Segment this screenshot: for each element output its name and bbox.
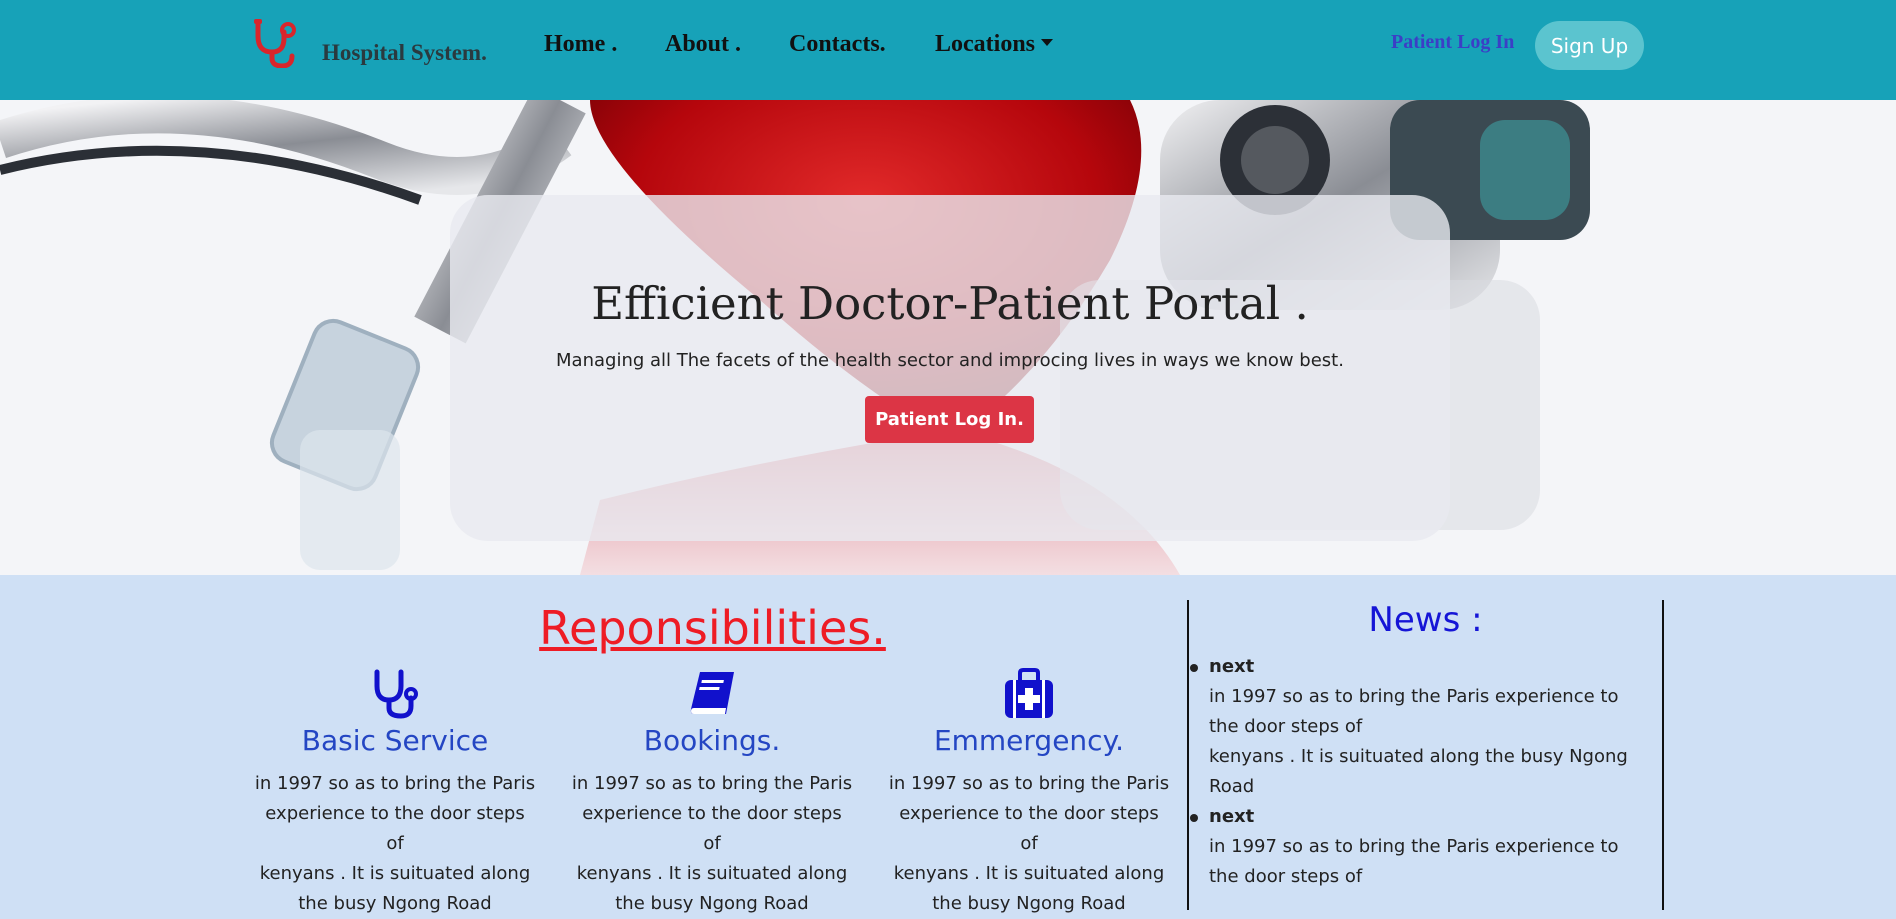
card-line: experience to the door steps — [265, 803, 525, 824]
news-item-line: the door steps of — [1209, 866, 1363, 887]
news-list: next in 1997 so as to bring the Paris ex… — [1190, 652, 1649, 892]
card-line: of — [386, 833, 404, 854]
card-line: in 1997 so as to bring the Paris — [254, 773, 536, 794]
card-title: Emmergency. — [933, 724, 1125, 757]
news-item-line: in 1997 so as to bring the Paris experie… — [1209, 686, 1619, 707]
hero-banner — [0, 100, 1896, 575]
responsibilities-heading: Reponsibilities. — [539, 601, 886, 655]
news-heading: News : — [1368, 600, 1483, 640]
card-line: the busy Ngong Road — [615, 893, 809, 914]
patient-login-link[interactable]: Patient Log In — [1391, 31, 1514, 54]
hero-patient-login-button[interactable]: Patient Log In. — [865, 396, 1034, 443]
nav-locations-label: Locations — [935, 31, 1036, 57]
card-line: the busy Ngong Road — [932, 893, 1126, 914]
card-text: in 1997 so as to bring the Paris experie… — [562, 769, 862, 919]
service-card-basic: Basic Service in 1997 so as to bring the… — [245, 668, 545, 919]
news-item: next in 1997 so as to bring the Paris ex… — [1190, 652, 1649, 802]
news-item-line: in 1997 so as to bring the Paris experie… — [1209, 836, 1619, 857]
signup-button[interactable]: Sign Up — [1535, 21, 1644, 70]
news-item-line: the door steps of — [1209, 716, 1363, 737]
card-line: kenyans . It is suituated along — [259, 863, 531, 884]
stethoscope-icon — [374, 669, 418, 719]
news-panel: News : next in 1997 so as to bring the P… — [1187, 600, 1664, 910]
nav-about[interactable]: About . — [665, 31, 741, 58]
book-icon — [690, 672, 734, 714]
service-card-bookings: Bookings. in 1997 so as to bring the Par… — [562, 668, 862, 919]
card-line: kenyans . It is suituated along — [576, 863, 848, 884]
brand-name[interactable]: Hospital System. — [322, 40, 487, 66]
hero-subtitle: Managing all The facets of the health se… — [556, 350, 1344, 371]
news-item: next in 1997 so as to bring the Paris ex… — [1190, 802, 1649, 892]
news-item-line: kenyans . It is suituated along the busy… — [1209, 746, 1628, 767]
nav-home[interactable]: Home . — [544, 31, 617, 58]
caret-down-icon — [1041, 39, 1054, 46]
news-item-line: Road — [1209, 776, 1255, 797]
card-line: of — [1020, 833, 1038, 854]
card-text: in 1997 so as to bring the Paris experie… — [879, 769, 1179, 919]
hero-title: Efficient Doctor-Patient Portal . — [591, 277, 1309, 330]
card-line: the busy Ngong Road — [298, 893, 492, 914]
service-card-emergency: Emmergency. in 1997 so as to bring the P… — [879, 668, 1179, 919]
card-line: experience to the door steps — [899, 803, 1159, 824]
news-item-title: next — [1209, 806, 1255, 827]
stethoscope-icon[interactable] — [252, 18, 298, 68]
card-line: kenyans . It is suituated along — [893, 863, 1165, 884]
card-line: experience to the door steps — [582, 803, 842, 824]
card-text: in 1997 so as to bring the Paris experie… — [245, 769, 545, 919]
card-line: of — [703, 833, 721, 854]
nav-contacts[interactable]: Contacts. — [789, 31, 886, 58]
news-item-title: next — [1209, 656, 1255, 677]
card-title: Bookings. — [643, 724, 781, 757]
card-line: in 1997 so as to bring the Paris — [571, 773, 853, 794]
card-line: in 1997 so as to bring the Paris — [888, 773, 1170, 794]
navbar: Hospital System. Home . About . Contacts… — [0, 0, 1896, 100]
nav-locations-dropdown[interactable]: Locations — [935, 31, 1054, 58]
card-title: Basic Service — [301, 724, 489, 757]
medical-kit-icon — [1005, 668, 1053, 718]
